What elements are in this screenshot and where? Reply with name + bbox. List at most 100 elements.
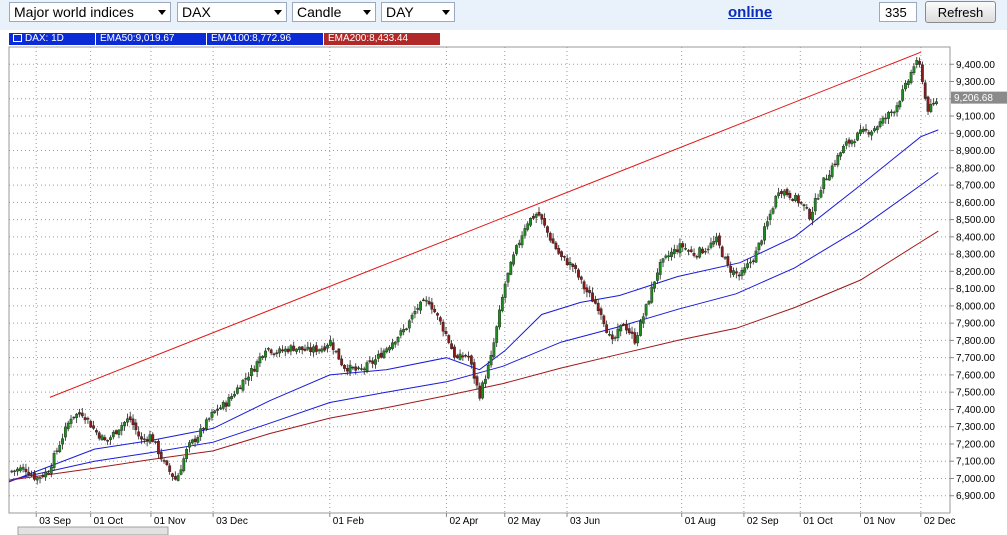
candle-body: [255, 361, 259, 372]
candle-body: [275, 352, 279, 354]
candle-body: [106, 440, 110, 442]
candle-body: [529, 218, 532, 226]
x-tick-label: 01 Nov: [864, 516, 896, 527]
period-select[interactable]: DAY: [381, 2, 455, 22]
chart-type-select[interactable]: Candle: [292, 2, 376, 22]
candlestick-chart[interactable]: 6,900.00 7,000.00 7,100.00 7,200.00 7,300.00…: [0, 30, 1007, 535]
y-tick-label: 8,800.00: [956, 163, 995, 174]
candle-body: [165, 460, 169, 465]
candle-body: [382, 350, 386, 358]
candle-body: [915, 60, 919, 65]
candle-body: [21, 466, 25, 470]
horizontal-scrollbar[interactable]: [17, 526, 169, 535]
candle-body: [788, 192, 792, 198]
candle-body: [207, 418, 211, 420]
candle-body: [839, 152, 843, 157]
candle-body: [926, 96, 930, 112]
y-tick-label: 8,200.00: [956, 267, 995, 278]
candle-body: [250, 368, 253, 377]
candle-body: [695, 256, 699, 258]
candle-body: [16, 468, 19, 472]
candle-body: [867, 132, 871, 135]
candle-body: [447, 335, 451, 343]
candle-body: [111, 431, 115, 438]
candle-body: [878, 121, 882, 127]
candle-body: [675, 249, 679, 252]
x-tick-label: 01 Oct: [94, 516, 124, 527]
y-tick-label: 7,500.00: [956, 388, 995, 399]
candle-body: [264, 350, 267, 358]
candle-body: [500, 296, 504, 312]
candle-body: [162, 460, 166, 462]
candle-body: [492, 342, 496, 357]
chart-type-select-value: Candle: [297, 4, 342, 20]
candle-body: [847, 139, 851, 144]
y-tick-label: 7,400.00: [956, 405, 995, 416]
candle-body: [684, 248, 687, 250]
candle-body: [639, 321, 642, 336]
y-tick-label: 9,100.00: [956, 112, 995, 123]
candle-body: [204, 419, 208, 430]
candle-body: [422, 299, 425, 302]
candle-body: [574, 265, 578, 269]
candle-body: [148, 434, 152, 443]
candle-body: [371, 360, 375, 364]
candle-body: [918, 60, 921, 65]
candle-body: [819, 190, 823, 198]
candle-body: [396, 337, 400, 343]
candle-body: [655, 272, 659, 281]
refresh-button[interactable]: Refresh: [925, 1, 996, 23]
candle-body: [32, 472, 36, 480]
candle-body: [751, 260, 755, 262]
symbol-select-value: DAX: [182, 4, 211, 20]
candle-body: [796, 195, 800, 204]
y-tick-label: 7,300.00: [956, 422, 995, 433]
candle-body: [622, 323, 625, 326]
candle-body: [320, 348, 324, 352]
candle-body: [616, 328, 620, 339]
online-status-link[interactable]: online: [728, 4, 772, 21]
candle-body: [912, 66, 916, 73]
candle-body: [340, 358, 344, 366]
x-tick-label: 01 Oct: [803, 516, 833, 527]
candle-body: [314, 345, 318, 352]
candle-body: [543, 218, 547, 226]
candle-body: [402, 329, 406, 333]
candle-body: [827, 174, 831, 181]
candle-body: [10, 470, 14, 473]
candle-body: [771, 208, 775, 214]
candle-body: [221, 401, 225, 409]
y-tick-label: 6,900.00: [956, 491, 995, 502]
y-tick-label: 7,000.00: [956, 474, 995, 485]
candle-body: [359, 368, 363, 370]
candle-body: [467, 355, 470, 358]
candle-body: [469, 355, 473, 365]
candle-body: [210, 411, 214, 418]
candle-body: [608, 334, 611, 336]
candle-body: [667, 255, 671, 258]
candle-body: [120, 425, 124, 431]
candle-body: [757, 242, 761, 251]
candle-body: [909, 72, 913, 83]
market-select[interactable]: Major world indices: [9, 2, 171, 22]
candle-body: [791, 198, 795, 201]
candle-body: [55, 450, 59, 453]
candle-body: [526, 223, 530, 230]
candle-body: [334, 350, 338, 353]
candle-body: [895, 105, 899, 113]
candle-body: [687, 250, 690, 252]
candle-body: [173, 476, 177, 480]
y-tick-label: 7,100.00: [956, 457, 995, 468]
candle-body: [24, 468, 28, 473]
candle-body: [202, 427, 205, 430]
y-tick-label: 8,100.00: [956, 284, 995, 295]
candle-body: [385, 348, 389, 353]
candle-body: [278, 348, 282, 354]
symbol-select[interactable]: DAX: [177, 2, 287, 22]
candle-body: [811, 211, 814, 221]
bars-count-input[interactable]: [879, 2, 917, 22]
candle-body: [376, 354, 380, 359]
candle-body: [816, 198, 820, 200]
candle-body: [624, 324, 628, 331]
candle-body: [672, 248, 676, 254]
